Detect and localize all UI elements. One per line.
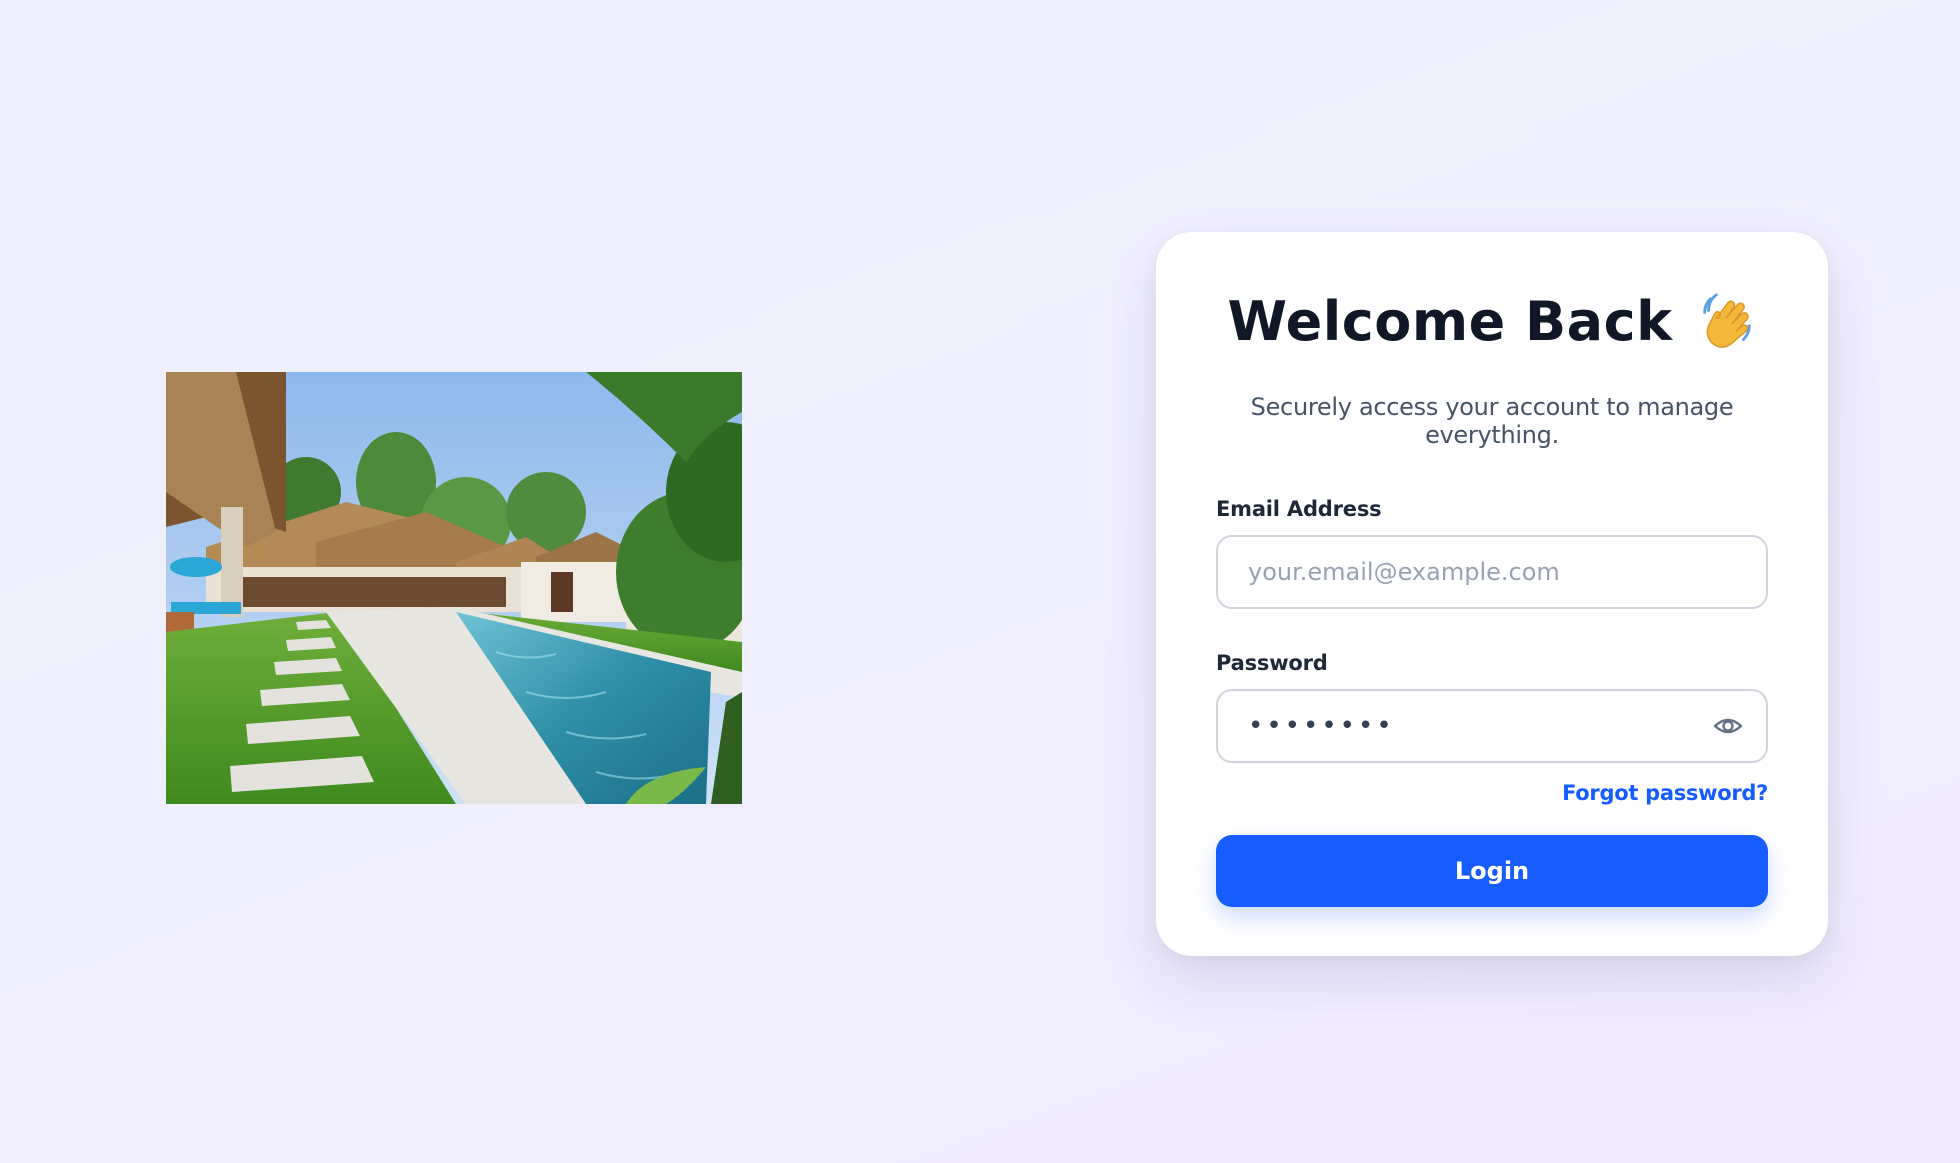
page-title: Welcome Back	[1216, 290, 1768, 353]
password-label: Password	[1216, 651, 1328, 675]
email-field-wrapper	[1216, 535, 1768, 609]
waving-hand-icon	[1695, 291, 1757, 353]
forgot-password-row: Forgot password?	[1216, 781, 1768, 805]
email-label: Email Address	[1216, 497, 1382, 521]
password-field[interactable]	[1218, 691, 1766, 761]
login-button[interactable]: Login	[1216, 835, 1768, 907]
email-field[interactable]	[1218, 537, 1766, 607]
villa-image	[166, 372, 742, 804]
forgot-password-link[interactable]: Forgot password?	[1562, 781, 1768, 805]
eye-icon[interactable]	[1712, 710, 1744, 742]
page-title-text: Welcome Back	[1227, 290, 1673, 353]
page-subtitle: Securely access your account to manage e…	[1250, 393, 1734, 449]
password-field-wrapper	[1216, 689, 1768, 763]
login-card: Welcome Back Securely access your accoun…	[1156, 232, 1828, 956]
